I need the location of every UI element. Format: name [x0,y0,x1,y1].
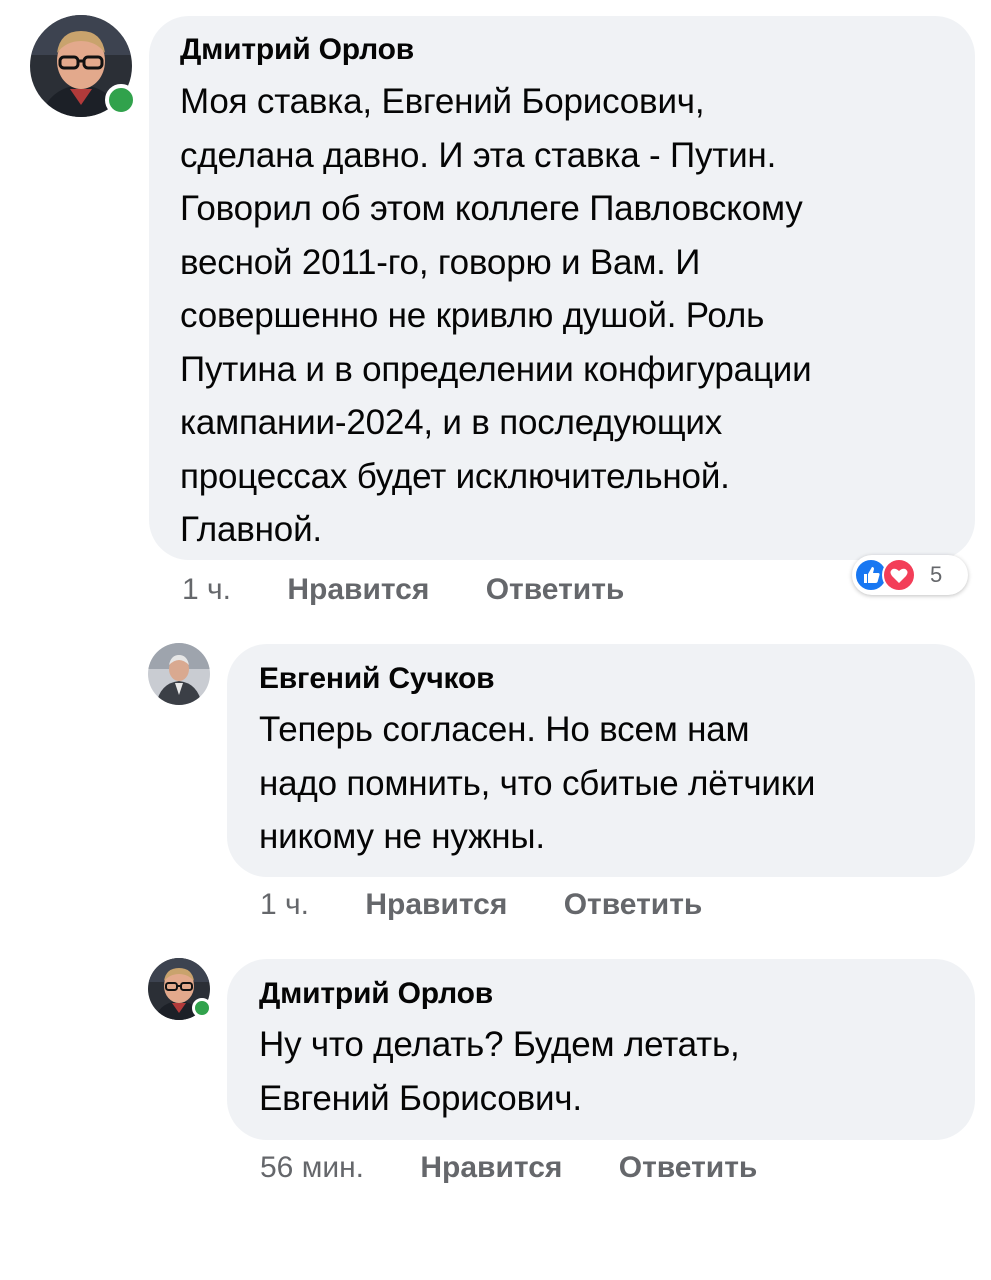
avatar-dmitry-orlov[interactable] [148,958,212,1020]
like-button[interactable]: Нравится [420,1151,562,1184]
comment-text-line: Теперь согласен. Но всем нам [259,710,750,749]
comment-text: Моя ставка, Евгений Борисович, сделана д… [180,75,945,557]
like-button[interactable]: Нравится [365,888,507,921]
comment-meta: 1 ч. Нравится Ответить [260,887,702,923]
comment-text-line: процессах будет исключительной. [180,456,730,496]
comment-text: Теперь согласен. Но всем нам надо помнит… [259,703,945,864]
comment-author[interactable]: Дмитрий Орлов [259,976,945,1012]
online-status-icon [192,998,212,1018]
comment-text-line: Евгений Борисович. [259,1078,582,1118]
comment-timestamp[interactable]: 1 ч. [182,573,231,606]
reactions-summary[interactable]: 5 [852,555,968,595]
comment-meta: 56 мин. Нравится Ответить [260,1150,757,1186]
comment-text-line: кампании-2024, и в последующих [180,403,723,442]
love-icon [882,558,916,592]
comment-text-line: совершенно не кривлю душой. Роль [180,296,765,335]
comment-author[interactable]: Евгений Сучков [259,661,945,697]
avatar-dmitry-orlov[interactable] [30,15,137,117]
comment-text-line: Путина и в определении конфигурации [180,349,812,389]
comment-text-line: весной 2011-го, говорю и Вам. И [180,242,701,282]
reactions-count: 5 [930,562,943,587]
comment-timestamp[interactable]: 1 ч. [260,888,309,921]
comment-text-line: Говорил об этом коллеге Павловскому [180,189,803,228]
comment-bubble[interactable]: Дмитрий Орлов Моя ставка, Евгений Борисо… [149,16,975,560]
comment-text-line: надо помнить, что сбитые лётчики [259,763,816,803]
avatar-evgeny-suchkov[interactable] [148,643,210,705]
comment-text-line: сделана давно. И эта ставка - Путин. [180,135,777,175]
comment-bubble[interactable]: Евгений Сучков Теперь согласен. Но всем … [227,644,975,877]
online-status-icon [105,84,137,116]
heart-icon [890,568,908,583]
reply-button[interactable]: Ответить [564,888,703,921]
reply-button[interactable]: Ответить [486,573,625,606]
comment-text-line: Моя ставка, Евгений Борисович, [180,82,705,121]
comment-meta: 1 ч. Нравится Ответить [182,572,624,608]
comment-text-line: Главной. [180,510,322,549]
comment-text: Ну что делать? Будем летать, Евгений Бор… [259,1018,945,1125]
comment-timestamp[interactable]: 56 мин. [260,1151,364,1184]
comment-author[interactable]: Дмитрий Орлов [180,32,945,68]
reply-button[interactable]: Ответить [619,1151,758,1184]
user-photo-icon [148,643,210,705]
like-button[interactable]: Нравится [287,573,429,606]
comment-bubble[interactable]: Дмитрий Орлов Ну что делать? Будем летат… [227,959,975,1140]
comment-text-line: никому не нужны. [259,817,545,856]
comment-text-line: Ну что делать? Будем летать, [259,1025,740,1064]
